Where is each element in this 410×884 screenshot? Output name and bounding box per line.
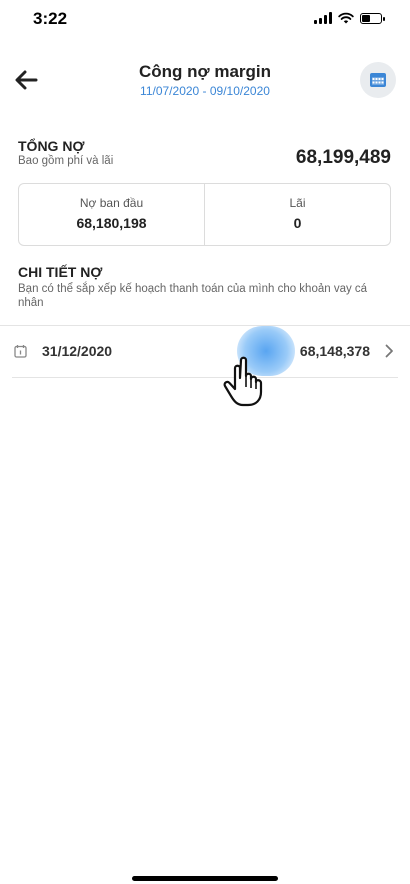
calendar-button[interactable]: [360, 62, 396, 98]
debt-row-date: 31/12/2020: [42, 343, 113, 359]
debt-detail-section: CHI TIẾT NỢ Bạn có thể sắp xếp kế hoạch …: [18, 264, 391, 310]
page-title: Công nợ margin: [138, 62, 272, 81]
status-time: 3:22: [33, 9, 68, 28]
debt-row-amount: 68,148,378: [299, 343, 370, 359]
debt-row[interactable]: 31/12/2020 68,148,378: [12, 326, 398, 376]
hand-pointer-icon: [223, 356, 263, 407]
interest-cell: Lãi 0: [204, 184, 390, 245]
principal-label: Nợ ban đầu: [79, 196, 144, 210]
calendar-icon: [370, 73, 386, 87]
debt-breakdown-card: Nợ ban đầu 68,180,198 Lãi 0: [18, 183, 391, 246]
signal-icon: [314, 12, 332, 24]
status-bar: 3:22: [0, 0, 410, 40]
battery-icon: [360, 12, 385, 24]
interest-label: Lãi: [289, 196, 306, 210]
calendar-clock-icon: [14, 344, 27, 363]
total-debt-section: TỔNG NỢ Bao gồm phí và lãi 68,199,489: [18, 138, 391, 168]
wifi-icon: [338, 12, 354, 24]
debt-detail-label: CHI TIẾT NỢ: [18, 264, 103, 280]
debt-detail-sublabel: Bạn có thể sắp xếp kế hoạch thanh toán c…: [18, 283, 368, 309]
divider: [12, 377, 398, 378]
header: Công nợ margin 11/07/2020 - 09/10/2020: [0, 56, 410, 106]
home-indicator[interactable]: [132, 876, 278, 881]
principal-value: 68,180,198: [76, 215, 147, 231]
principal-cell: Nợ ban đầu 68,180,198: [19, 184, 204, 245]
chevron-right-icon: [385, 344, 394, 363]
status-icons: [314, 12, 385, 24]
date-range[interactable]: 11/07/2020 - 09/10/2020: [0, 84, 410, 98]
interest-value: 0: [293, 215, 302, 231]
total-debt-value: 68,199,489: [295, 147, 391, 168]
title-block: Công nợ margin 11/07/2020 - 09/10/2020: [0, 62, 410, 98]
